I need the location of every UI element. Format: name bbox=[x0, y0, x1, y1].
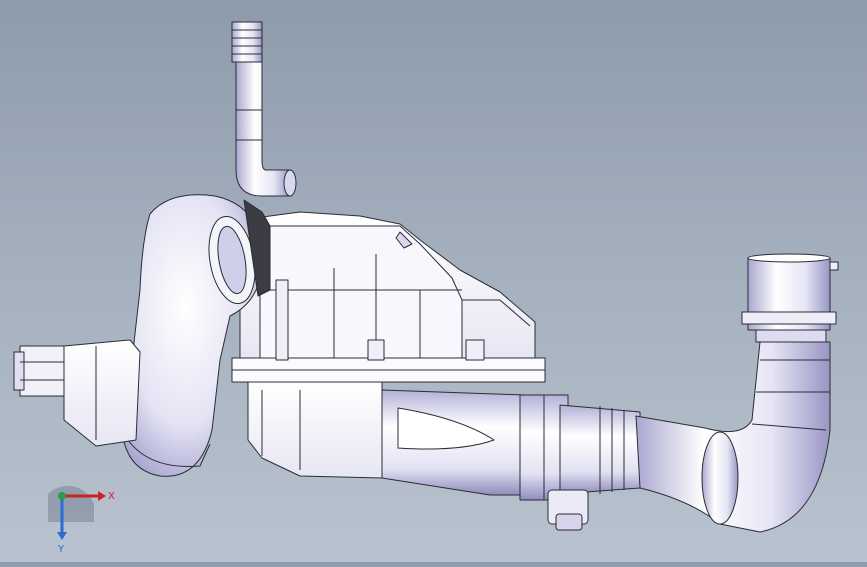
inlet-sensor-connector bbox=[13, 339, 141, 447]
y-axis-label: Y bbox=[57, 544, 65, 552]
outlet-elbow-pipe bbox=[635, 253, 839, 533]
coordinate-triad: X Y bbox=[44, 482, 124, 555]
x-arrowhead-icon bbox=[98, 491, 106, 501]
air-intake-assembly-model[interactable] bbox=[0, 0, 867, 562]
y-arrowhead-icon bbox=[57, 532, 67, 540]
z-axis-dot-icon bbox=[58, 492, 66, 500]
x-axis-label: X bbox=[108, 491, 115, 502]
triad-shadow bbox=[48, 485, 94, 522]
assembly-geometry bbox=[13, 21, 839, 533]
intake-duct bbox=[381, 389, 641, 531]
vertical-vent-hose bbox=[231, 21, 297, 197]
cad-viewport[interactable]: X Y bbox=[0, 0, 867, 562]
